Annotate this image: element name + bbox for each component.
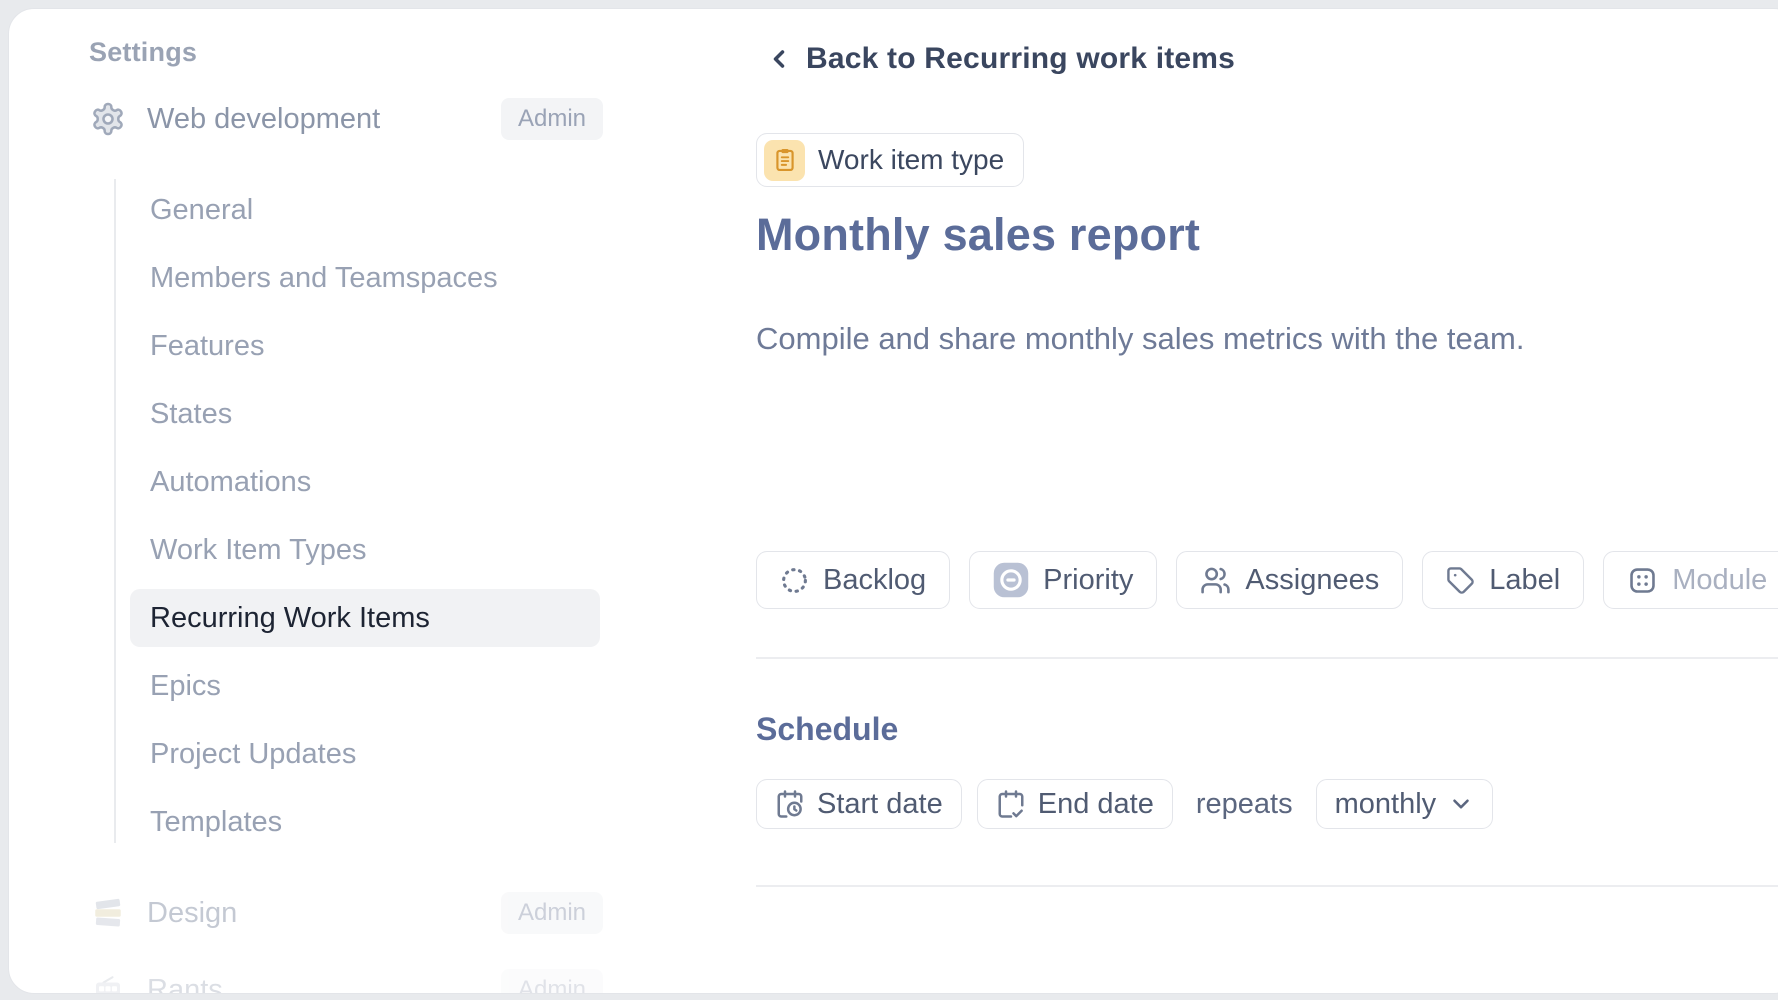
state-button[interactable]: Backlog: [756, 551, 950, 609]
section-divider: [756, 657, 1778, 659]
work-item-description[interactable]: Compile and share monthly sales metrics …: [756, 321, 1524, 357]
sidebar-item-work-item-types[interactable]: Work Item Types: [130, 521, 600, 579]
project-name: Web development: [147, 103, 501, 136]
admin-badge: Admin: [501, 98, 603, 140]
work-item-type-badge[interactable]: Work item type: [756, 133, 1024, 187]
sidebar-item-automations[interactable]: Automations: [130, 453, 600, 511]
sidebar-item-members-and-teamspaces[interactable]: Members and Teamspaces: [130, 249, 600, 307]
books-icon: [89, 894, 127, 932]
back-link-label: Back to Recurring work items: [806, 42, 1235, 76]
module-icon: [1627, 565, 1658, 596]
frequency-value: monthly: [1335, 788, 1437, 821]
schedule-heading: Schedule: [756, 711, 898, 748]
settings-heading: Settings: [89, 37, 197, 68]
frequency-dropdown[interactable]: monthly: [1316, 779, 1494, 829]
schedule-row: Start date End date repeats monthly: [756, 779, 1493, 829]
sidebar-item-project-updates[interactable]: Project Updates: [130, 725, 600, 783]
section-divider: [756, 885, 1778, 887]
project-name: Rants: [147, 974, 501, 995]
end-date-label: End date: [1038, 788, 1154, 821]
start-date-label: Start date: [817, 788, 943, 821]
sidebar-project-rants[interactable]: Rants Admin: [89, 964, 603, 994]
assignees-button[interactable]: Assignees: [1176, 551, 1403, 609]
priority-label: Priority: [1043, 564, 1133, 597]
project-name: Design: [147, 897, 501, 930]
sidebar-item-recurring-work-items[interactable]: Recurring Work Items: [130, 589, 600, 647]
sidebar-item-epics[interactable]: Epics: [130, 657, 600, 715]
tram-icon: [89, 971, 127, 994]
sidebar-project-design[interactable]: Design Admin: [89, 887, 603, 939]
sidebar-item-templates[interactable]: Templates: [130, 793, 600, 851]
sidebar-project-web-development[interactable]: Web development Admin: [89, 93, 603, 145]
assignees-label: Assignees: [1245, 564, 1379, 597]
assignees-icon: [1200, 565, 1231, 596]
sidebar-item-states[interactable]: States: [130, 385, 600, 443]
label-button[interactable]: Label: [1422, 551, 1584, 609]
module-label: Module: [1672, 564, 1767, 597]
state-label: Backlog: [823, 564, 926, 597]
admin-badge: Admin: [501, 892, 603, 934]
chevron-left-icon: [765, 45, 793, 73]
properties-row: Backlog Priority: [756, 551, 1778, 609]
sidebar-nav-group: General Members and Teamspaces Features …: [116, 181, 616, 861]
repeats-label: repeats: [1196, 788, 1293, 821]
clipboard-icon: [764, 140, 805, 181]
calendar-clock-icon: [775, 789, 805, 819]
label-label: Label: [1489, 564, 1560, 597]
start-date-button[interactable]: Start date: [756, 779, 962, 829]
label-tag-icon: [1446, 566, 1475, 595]
gear-icon: [89, 100, 127, 138]
back-link[interactable]: Back to Recurring work items: [765, 39, 1235, 79]
backlog-state-icon: [780, 566, 809, 595]
work-item-title[interactable]: Monthly sales report: [756, 209, 1200, 261]
work-item-type-label: Work item type: [818, 144, 1004, 176]
priority-button[interactable]: Priority: [969, 551, 1157, 609]
end-date-button[interactable]: End date: [977, 779, 1173, 829]
settings-panel: Settings Web development Admin General M…: [8, 8, 1778, 994]
chevron-down-icon: [1448, 791, 1474, 817]
module-button[interactable]: Module: [1603, 551, 1778, 609]
sidebar-item-features[interactable]: Features: [130, 317, 600, 375]
priority-icon: [993, 562, 1029, 598]
admin-badge: Admin: [501, 969, 603, 994]
calendar-check-icon: [996, 789, 1026, 819]
sidebar-item-general[interactable]: General: [130, 181, 600, 239]
